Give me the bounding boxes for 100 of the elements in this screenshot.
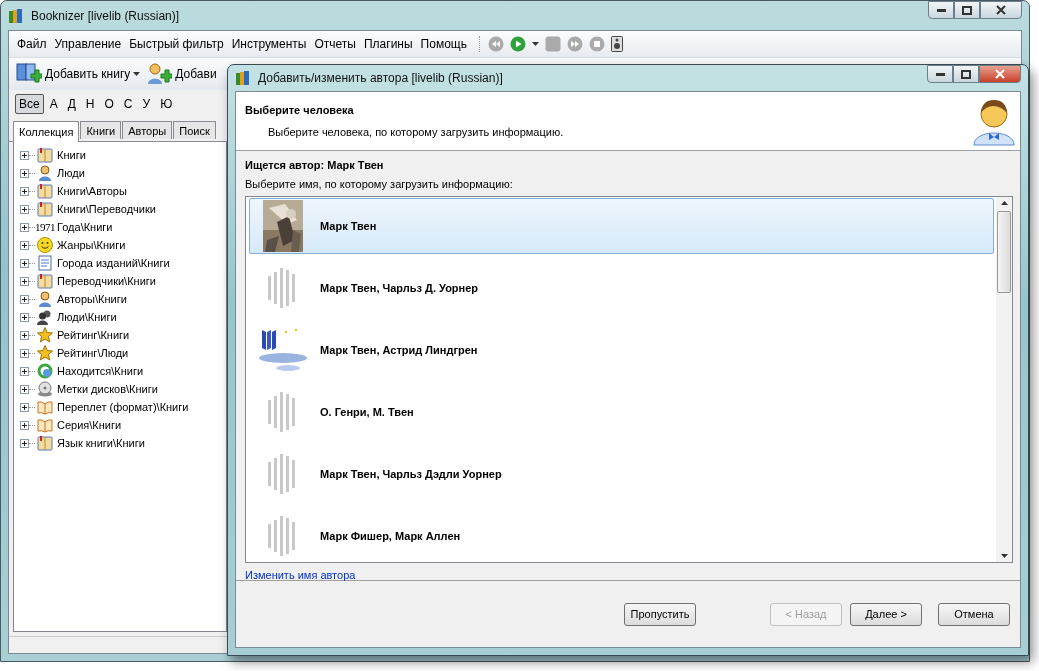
tree-item[interactable]: Рейтинг\Люди [57, 347, 129, 359]
scroll-down-icon [1000, 554, 1008, 558]
tree-item[interactable]: Книги [57, 149, 86, 161]
letter-button[interactable]: С [119, 94, 137, 114]
window-title: Booknizer [livelib (Russian)] [31, 8, 180, 23]
letter-button[interactable]: У [138, 94, 155, 114]
star-icon [37, 327, 53, 343]
menu-item[interactable]: Помощь [416, 33, 471, 55]
book-icon [37, 435, 53, 451]
tree-item[interactable]: Находится\Книги [57, 365, 144, 377]
result-row[interactable]: Марк Твен, Астрид Линдгрен [249, 322, 994, 378]
minimize-icon [936, 8, 946, 12]
tree-item[interactable]: Книги\Авторы [57, 185, 127, 197]
expand-icon[interactable] [20, 276, 29, 286]
letter-button[interactable]: Ю [156, 94, 177, 114]
letter-button[interactable]: Н [81, 94, 99, 114]
dialog-button[interactable]: Пропустить [624, 602, 696, 626]
expand-icon[interactable] [20, 330, 29, 340]
minimize-button[interactable] [928, 1, 954, 19]
toolbar-button[interactable]: Добавить книгу [13, 60, 144, 88]
toolbar-button[interactable]: Добави [143, 60, 220, 88]
expand-icon[interactable] [20, 258, 29, 268]
expand-icon[interactable] [20, 204, 29, 214]
dialog-button[interactable]: Далее > [850, 602, 922, 626]
tab[interactable]: Поиск [173, 121, 216, 139]
menu-item[interactable]: Быстрый фильтр [125, 33, 228, 55]
expand-icon[interactable] [20, 240, 29, 250]
minimize-button[interactable] [927, 65, 953, 83]
tree-item[interactable]: Года\Книги [57, 221, 113, 233]
result-row[interactable]: Марк Твен, Чарльз Дэдли Уорнер [249, 446, 994, 502]
menu-item[interactable]: Инструменты [227, 33, 311, 55]
scrollbar[interactable] [996, 197, 1012, 562]
tree-item[interactable]: Города изданий\Книги [57, 257, 170, 269]
scroll-thumb[interactable] [997, 211, 1011, 293]
tree-item[interactable]: Переплет (формат)\Книги [57, 401, 189, 413]
change-name-link[interactable]: Изменить имя автора [245, 569, 356, 581]
menu-item[interactable]: Плагины [359, 33, 417, 55]
window-title: Добавить/изменить автора [livelib (Russian)] [258, 71, 503, 85]
letter-button[interactable]: Д [63, 94, 80, 114]
scroll-up-icon [1000, 201, 1008, 205]
tree-item[interactable]: Метки дисков\Книги [57, 383, 158, 395]
menu-item[interactable]: Отчеты [310, 33, 360, 55]
expand-icon[interactable] [20, 438, 29, 448]
result-row[interactable]: Марк Фишер, Марк Аллен [249, 508, 994, 562]
year-label: 1971 [35, 221, 55, 233]
expand-icon[interactable] [20, 186, 29, 196]
result-row[interactable]: О. Генри, М. Твен [249, 384, 994, 440]
expand-icon[interactable] [20, 150, 29, 160]
book-icon [37, 147, 53, 163]
expand-icon[interactable] [20, 294, 29, 304]
close-button[interactable] [979, 65, 1021, 83]
disc-icon [37, 381, 53, 397]
tree-item[interactable]: Рейтинг\Книги [57, 329, 130, 341]
expand-icon[interactable] [20, 168, 29, 178]
expand-icon[interactable] [20, 312, 29, 322]
expand-icon[interactable] [20, 420, 29, 430]
minimize-icon [935, 72, 945, 76]
letter-button[interactable]: О [100, 94, 118, 114]
play-icon[interactable] [509, 36, 526, 52]
expand-icon[interactable] [20, 384, 29, 394]
tree-item[interactable]: Авторы\Книги [57, 293, 127, 305]
smiley-icon [37, 237, 53, 253]
close-icon [996, 5, 1006, 15]
result-row[interactable]: Марк Твен [249, 198, 994, 254]
expand-icon[interactable] [20, 348, 29, 358]
tree-item[interactable]: Язык книги\Книги [57, 437, 145, 449]
maximize-button[interactable] [954, 1, 980, 19]
tree-item[interactable]: Жанры\Книги [57, 239, 126, 251]
expand-icon[interactable] [20, 402, 29, 412]
prompt-text: Выберите имя, по которому загрузить информацию: [245, 178, 514, 190]
maximize-icon [961, 69, 971, 79]
books-icon [8, 7, 24, 24]
tree-item[interactable]: Серия\Книги [57, 419, 122, 431]
result-row[interactable]: Марк Твен, Чарльз Д. Уорнер [249, 260, 994, 316]
tree-item[interactable]: Люди [57, 167, 85, 179]
tree-item[interactable]: Книги\Переводчики [57, 203, 156, 215]
speaker-icon[interactable] [610, 36, 623, 52]
search-label: Ищется автор: Марк Твен [245, 159, 385, 171]
tab[interactable]: Авторы [122, 121, 173, 139]
tab[interactable]: Книги [80, 121, 122, 139]
menu-item[interactable]: Файл [13, 33, 51, 55]
expand-icon[interactable] [20, 366, 29, 376]
people-icon [37, 309, 53, 325]
caret-icon[interactable] [531, 42, 539, 46]
letter-button[interactable]: Все [15, 94, 44, 114]
person-icon [37, 165, 53, 181]
tree-item[interactable]: Переводчики\Книги [57, 275, 156, 287]
step-subtitle: Выберите человека, по которому загрузить информацию. [268, 126, 565, 138]
maximize-icon [962, 5, 972, 15]
books-icon [235, 70, 251, 86]
tab[interactable]: Коллекция [13, 121, 80, 142]
book-icon [37, 201, 53, 217]
close-button[interactable] [980, 1, 1022, 19]
maximize-button[interactable] [953, 65, 979, 83]
letter-button[interactable]: А [45, 94, 62, 114]
book-plus-icon [16, 62, 42, 86]
tree-item[interactable]: Люди\Книги [57, 311, 117, 323]
expand-icon[interactable] [20, 222, 29, 232]
dialog-button[interactable]: Отмена [938, 602, 1010, 626]
menu-item[interactable]: Управление [50, 33, 126, 55]
